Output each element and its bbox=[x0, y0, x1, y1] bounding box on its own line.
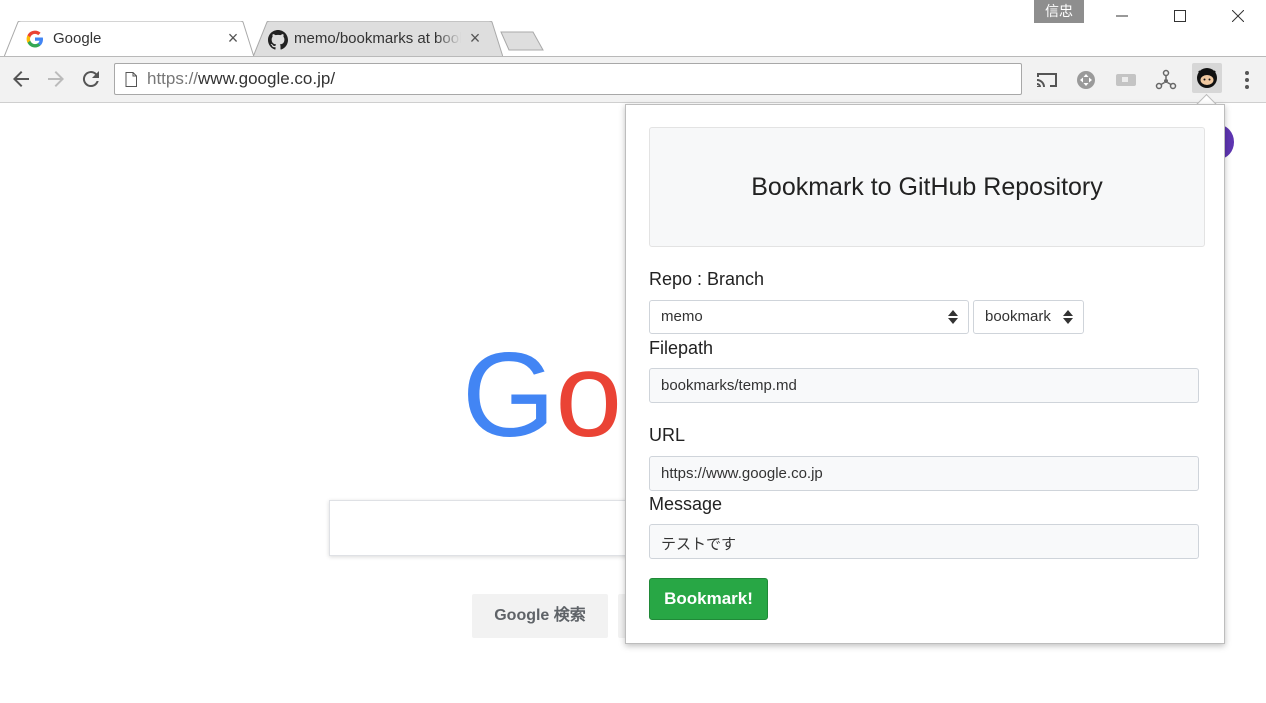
minimize-icon bbox=[1116, 15, 1128, 17]
back-arrow-icon[interactable] bbox=[9, 67, 33, 91]
google-search-input[interactable] bbox=[329, 500, 649, 556]
select-updown-icon bbox=[948, 310, 958, 324]
popup-header: Bookmark to GitHub Repository bbox=[649, 127, 1205, 247]
repo-select[interactable]: memo bbox=[649, 300, 969, 334]
message-label: Message bbox=[649, 494, 723, 514]
tab-title: memo/bookmarks at bookmark bbox=[294, 30, 461, 47]
browser-toolbar: https://www.google.co.jp/ bbox=[0, 57, 1266, 103]
forward-arrow-icon[interactable] bbox=[44, 67, 68, 91]
google-g-icon bbox=[26, 30, 44, 48]
url-scheme: https:// bbox=[147, 69, 199, 88]
popup-title: Bookmark to GitHub Repository bbox=[751, 172, 1103, 201]
github-octocat-icon bbox=[1197, 68, 1217, 88]
branch-select[interactable]: bookmark bbox=[973, 300, 1084, 334]
google-logo: Goo bbox=[462, 346, 632, 446]
url-host: www.google.co.jp/ bbox=[198, 69, 336, 88]
message-input[interactable]: テストです bbox=[649, 524, 1199, 559]
network-icon[interactable] bbox=[1153, 67, 1179, 93]
tab-close-icon[interactable]: × bbox=[466, 29, 484, 47]
bookmark-submit-button[interactable]: Bookmark! bbox=[649, 578, 768, 620]
maximize-button[interactable] bbox=[1151, 0, 1209, 32]
tab-title: Google bbox=[53, 30, 102, 47]
message-input-value: テストです bbox=[661, 536, 737, 553]
url-input-value: https://www.google.co.jp bbox=[661, 465, 823, 482]
filepath-input[interactable]: bookmarks/temp.md bbox=[649, 368, 1199, 403]
menu-dots-icon[interactable] bbox=[1234, 67, 1260, 93]
screen-icon[interactable] bbox=[1113, 67, 1139, 93]
page-info-icon[interactable] bbox=[125, 72, 137, 87]
tab-github-memo[interactable]: memo/bookmarks at bookmark × bbox=[253, 21, 503, 57]
cast-icon[interactable] bbox=[1034, 67, 1060, 93]
github-icon bbox=[268, 30, 288, 50]
google-search-button[interactable]: Google 検索 bbox=[472, 594, 608, 638]
github-bookmark-extension-button[interactable] bbox=[1192, 63, 1222, 93]
tab-google[interactable]: Google × bbox=[4, 21, 254, 57]
bookmark-popup: Bookmark to GitHub Repository Repo : Bra… bbox=[625, 104, 1225, 644]
select-updown-icon bbox=[1063, 310, 1073, 324]
profile-name-badge[interactable]: 信忠 bbox=[1034, 0, 1084, 23]
filepath-input-value: bookmarks/temp.md bbox=[661, 377, 797, 394]
tab-close-icon[interactable]: × bbox=[224, 29, 242, 47]
svg-text:Goo: Goo bbox=[462, 346, 632, 446]
browser-titlebar: Google × memo/bookmarks at bookmark × 信忠 bbox=[0, 0, 1266, 57]
repo-select-value: memo bbox=[661, 308, 703, 325]
reload-icon[interactable] bbox=[79, 67, 103, 91]
repo-branch-label: Repo : Branch bbox=[649, 269, 765, 289]
address-bar[interactable]: https://www.google.co.jp/ bbox=[114, 63, 1022, 95]
branch-select-value: bookmark bbox=[985, 308, 1051, 325]
url-input[interactable]: https://www.google.co.jp bbox=[649, 456, 1199, 491]
filepath-label: Filepath bbox=[649, 338, 714, 358]
minimize-button[interactable] bbox=[1093, 0, 1151, 32]
maximize-icon bbox=[1174, 10, 1186, 22]
extension-puzzle-icon[interactable] bbox=[1073, 67, 1099, 93]
close-window-button[interactable] bbox=[1209, 0, 1266, 32]
url-text: https://www.google.co.jp/ bbox=[147, 69, 335, 89]
new-tab-button[interactable] bbox=[499, 31, 545, 51]
close-icon bbox=[1232, 10, 1244, 22]
url-label: URL bbox=[649, 425, 686, 445]
